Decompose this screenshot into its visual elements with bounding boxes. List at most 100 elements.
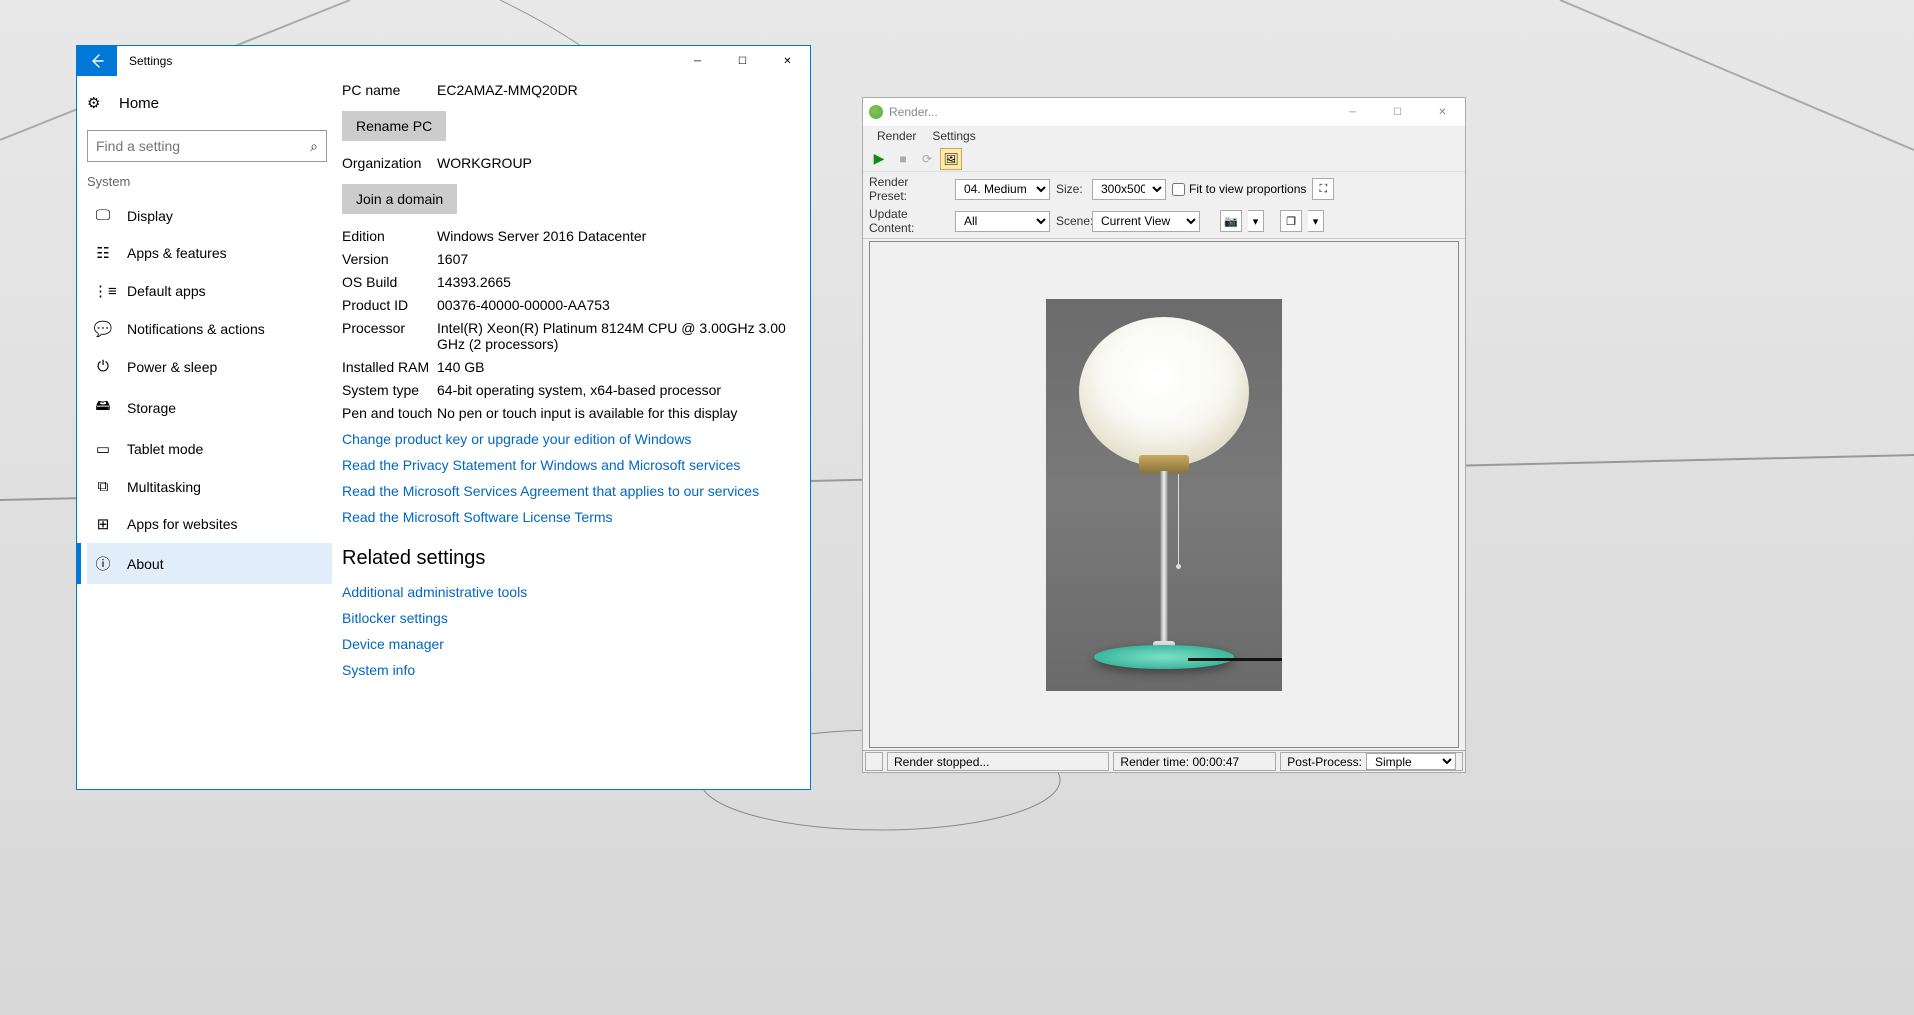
spec-value: 140 GB [437,359,790,375]
render-play-button[interactable]: ▶ [868,148,890,170]
gear-icon: ⚙ [87,94,107,112]
sidebar-item-display[interactable]: 🖵 Display [87,197,332,234]
camera-dropdown[interactable]: ▾ [1248,210,1264,232]
render-refresh-button[interactable]: ⟳ [916,148,938,170]
render-title: Render... [889,105,1330,119]
sidebar-item-notifications-actions[interactable]: 💬 Notifications & actions [87,310,332,348]
spec-row: System type64-bit operating system, x64-… [342,382,790,398]
sidebar-icon: ⋮≡ [93,282,113,300]
spec-label: System type [342,382,437,398]
spec-row: Version1607 [342,251,790,267]
sidebar-icon: ⏻ [93,358,113,375]
render-maximize-button[interactable]: ☐ [1375,97,1420,127]
fit-checkbox-input[interactable] [1172,183,1185,196]
join-domain-button[interactable]: Join a domain [342,184,457,214]
settings-titlebar: Settings ─ ☐ ✕ [77,46,810,76]
post-process-select[interactable]: Simple [1366,753,1456,770]
render-options-panel: Render Preset: 04. Medium Size: 300x500 … [863,172,1465,239]
render-titlebar: Render... ─ ☐ ✕ [863,98,1465,126]
spec-label: Processor [342,320,437,352]
spec-label: Installed RAM [342,359,437,375]
sidebar-item-multitasking[interactable]: ⧉Multitasking [87,468,332,505]
settings-link[interactable]: Device manager [342,636,790,652]
settings-link[interactable]: Additional administrative tools [342,584,790,600]
sidebar-item-label: Power & sleep [127,359,217,375]
sidebar-icon: 💬 [93,320,113,338]
settings-window: Settings ─ ☐ ✕ ⚙ Home ⌕ System 🖵Display☷… [76,45,811,790]
render-image-button[interactable]: 🖼 [940,148,962,170]
copy-dropdown[interactable]: ▾ [1308,210,1324,232]
fit-to-view-checkbox[interactable]: Fit to view proportions [1172,182,1306,196]
settings-link[interactable]: System info [342,662,790,678]
settings-link[interactable]: Bitlocker settings [342,610,790,626]
copy-button[interactable]: ❐ [1280,210,1302,232]
preset-select[interactable]: 04. Medium [955,179,1050,200]
spec-value: 00376-40000-00000-AA753 [437,297,790,313]
sidebar-item-label: Tablet mode [127,441,203,457]
settings-link[interactable]: Read the Microsoft Software License Term… [342,509,790,525]
render-menubar: Render Settings [863,126,1465,146]
sidebar-item-label: Display [127,208,173,224]
camera-button[interactable]: 📷 [1220,210,1242,232]
maximize-button[interactable]: ☐ [720,46,765,76]
search-box[interactable]: ⌕ [87,130,327,162]
render-window: Render... ─ ☐ ✕ Render Settings ▶ ■ ⟳ 🖼 … [862,97,1466,773]
spec-row: Installed RAM140 GB [342,359,790,375]
sidebar-item-default-apps[interactable]: ⋮≡Default apps [87,272,332,310]
spec-row: EditionWindows Server 2016 Datacenter [342,228,790,244]
menu-settings[interactable]: Settings [924,127,983,145]
size-select[interactable]: 300x500 [1092,179,1166,200]
organization-label: Organization [342,155,437,171]
related-settings-heading: Related settings [342,547,790,570]
spec-label: Version [342,251,437,267]
spec-row: Product ID00376-40000-00000-AA753 [342,297,790,313]
sidebar-icon: ▭ [93,440,113,458]
close-button[interactable]: ✕ [765,46,810,76]
search-icon: ⌕ [310,138,318,155]
rendered-image [1046,299,1282,691]
sidebar-icon: 🖵 [93,207,113,224]
spec-label: Edition [342,228,437,244]
render-toolbar: ▶ ■ ⟳ 🖼 [863,146,1465,172]
sidebar-item-power-sleep[interactable]: ⏻ Power & sleep [87,348,332,385]
scene-select[interactable]: Current View [1092,211,1200,232]
menu-render[interactable]: Render [869,127,924,145]
fit-label: Fit to view proportions [1189,182,1306,196]
arrow-left-icon [89,53,105,69]
sidebar-icon: 🖴 [93,395,113,420]
settings-link[interactable]: Read the Microsoft Services Agreement th… [342,483,790,499]
settings-link[interactable]: Read the Privacy Statement for Windows a… [342,457,790,473]
sidebar-item-label: Apps for websites [127,516,238,532]
sidebar-item-label: Storage [127,400,176,416]
render-stop-button[interactable]: ■ [892,148,914,170]
render-minimize-button[interactable]: ─ [1330,97,1375,127]
scene-label: Scene: [1056,214,1086,228]
sidebar-item-label: Notifications & actions [127,321,265,337]
pc-name-label: PC name [342,82,437,98]
pc-name-value: EC2AMAZ-MMQ20DR [437,82,790,98]
rename-pc-button[interactable]: Rename PC [342,111,446,141]
status-message: Render stopped... [887,752,1109,771]
sidebar-item-storage[interactable]: 🖴 Storage [87,385,332,430]
home-link[interactable]: ⚙ Home [87,86,332,120]
sidebar-icon: ☷ [93,244,113,262]
sidebar-item-apps-for-websites[interactable]: ⊞Apps for websites [87,505,332,543]
sidebar-item-tablet-mode[interactable]: ▭ Tablet mode [87,430,332,468]
preset-label: Render Preset: [869,175,949,203]
back-button[interactable] [77,46,117,76]
spec-value: Windows Server 2016 Datacenter [437,228,790,244]
update-label: Update Content: [869,207,949,235]
spec-label: Product ID [342,297,437,313]
sidebar-item-apps-features[interactable]: ☷ Apps & features [87,234,332,272]
search-input[interactable] [96,138,310,154]
settings-link[interactable]: Change product key or upgrade your editi… [342,431,790,447]
sidebar-item-label: Apps & features [127,245,227,261]
minimize-button[interactable]: ─ [675,46,720,76]
sidebar-item-about[interactable]: ⓘAbout [87,543,332,584]
expand-icon-button[interactable]: ⛶ [1312,178,1334,200]
render-close-button[interactable]: ✕ [1420,97,1465,127]
sidebar-icon: ⧉ [93,478,113,495]
spec-label: OS Build [342,274,437,290]
spec-value: 14393.2665 [437,274,790,290]
update-content-select[interactable]: All [955,211,1050,232]
